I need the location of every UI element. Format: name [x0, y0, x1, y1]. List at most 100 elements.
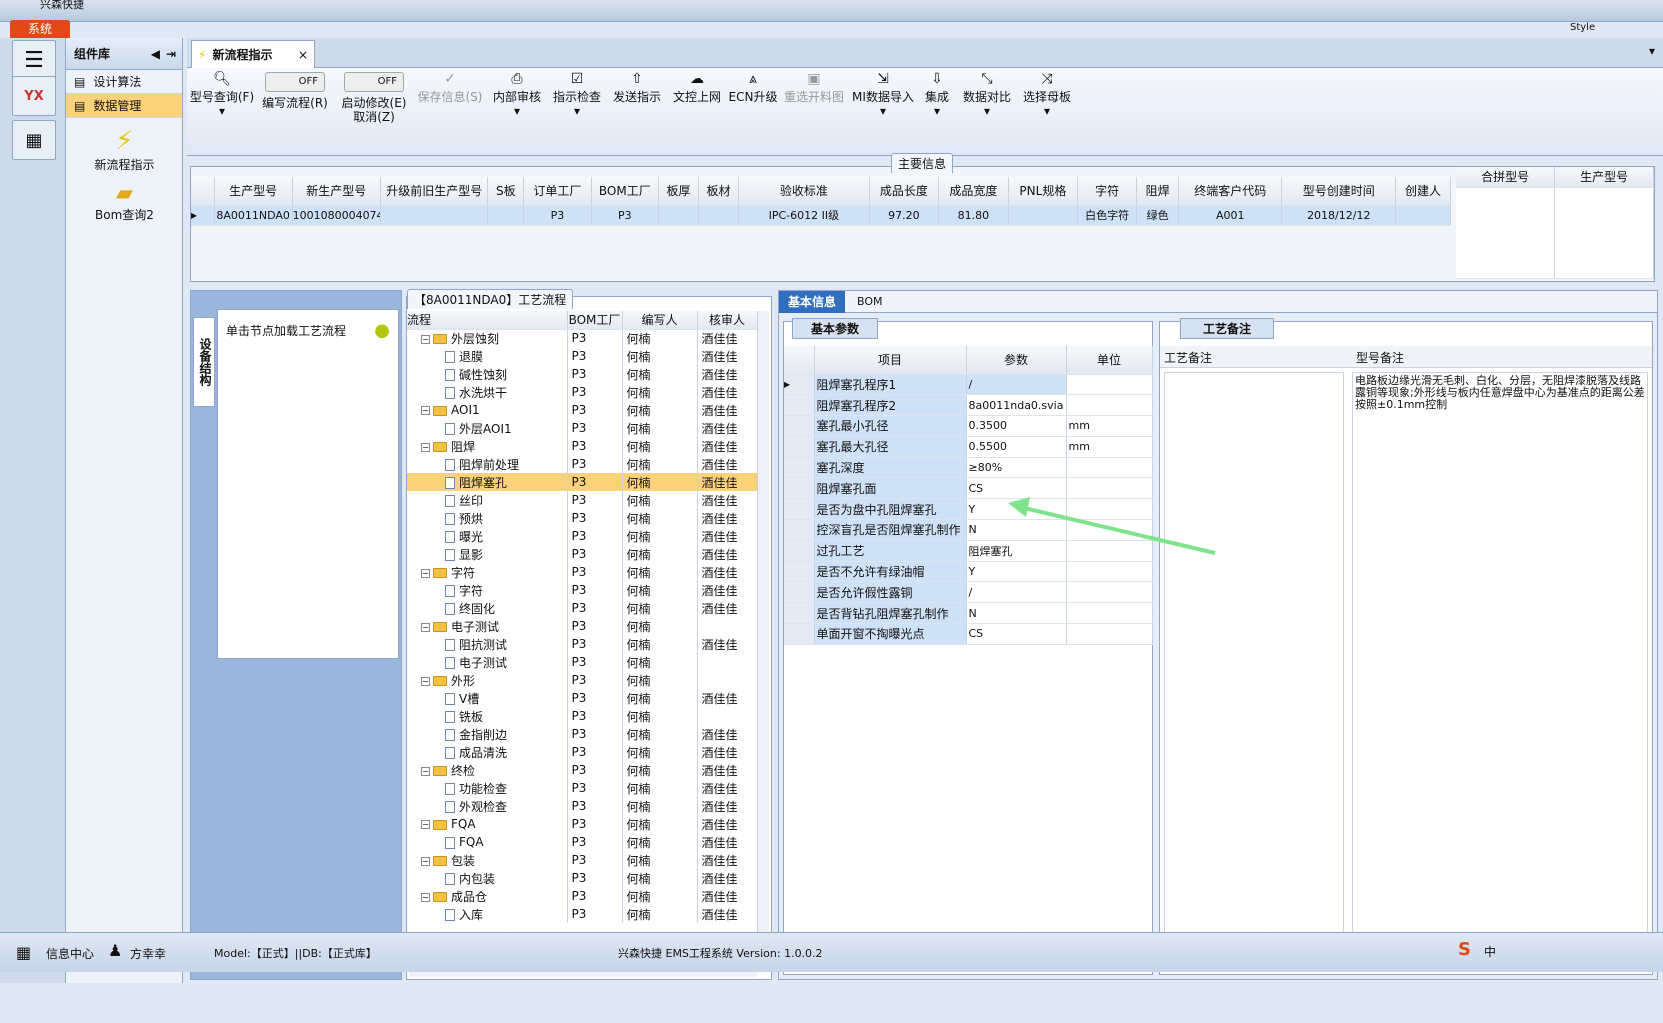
main-col-header[interactable]: 订单工厂 — [523, 177, 592, 206]
tab-new-flow[interactable]: ⚡ 新流程指示 × — [191, 40, 315, 68]
flow-tree-row[interactable]: 字符 P3 何楠 酒佳佳 — [407, 581, 758, 599]
send-instruction-button[interactable]: ⇧ 发送指示 — [609, 72, 665, 104]
collapse-icon[interactable]: − — [421, 406, 430, 415]
main-cell[interactable]: 2018/12/12 — [1281, 205, 1397, 226]
param-unit-cell[interactable] — [1066, 581, 1153, 604]
param-value-cell[interactable]: ≥80% — [966, 457, 1067, 479]
flow-tree-row[interactable]: V槽 P3 何楠 酒佳佳 — [407, 689, 758, 707]
main-col-header[interactable]: 新生产型号 — [292, 177, 382, 206]
yx-logo-icon[interactable]: YX — [12, 76, 56, 116]
main-cell[interactable]: 97.20 — [869, 205, 940, 226]
main-col-header[interactable]: 创建人 — [1395, 177, 1451, 206]
integrate-button[interactable]: ⇩ 集成 ▾ — [917, 72, 957, 118]
param-value-cell[interactable]: 8a0011nda0.svia — [966, 394, 1067, 417]
flow-tree-row[interactable]: 成品清洗 P3 何楠 酒佳佳 — [407, 743, 758, 761]
main-col-header[interactable]: 字符 — [1077, 177, 1138, 206]
start-modify-toggle[interactable]: OFF 启动修改(E) 取消(Z) — [337, 72, 411, 124]
flow-tree-row[interactable]: 阻焊前处理 P3 何楠 酒佳佳 — [407, 455, 758, 473]
main-cell[interactable]: P3 — [523, 205, 592, 226]
col-unit[interactable]: 单位 — [1066, 346, 1153, 375]
flow-tree-row[interactable]: 碱性蚀刻 P3 何楠 酒佳佳 — [407, 365, 758, 383]
model-search-button[interactable]: 🔍︎ 型号查询(F) ▾ — [187, 72, 257, 118]
collapse-icon[interactable]: − — [421, 892, 430, 902]
main-cell[interactable]: 10010800040744 — [292, 205, 382, 226]
main-cell[interactable] — [698, 205, 740, 226]
col-bom[interactable]: BOM工厂 — [567, 311, 623, 330]
system-tab[interactable]: 系统 — [10, 20, 70, 38]
tile-bom-query[interactable]: ▰ Bom查询2 — [66, 181, 183, 223]
flow-tree-row[interactable]: 入库 P3 何楠 酒佳佳 — [407, 905, 758, 923]
col-reviewer[interactable]: 核审人 — [697, 311, 758, 330]
flow-tree-row[interactable]: − 字符 P3 何楠 酒佳佳 — [407, 563, 758, 581]
param-value-cell[interactable]: 0.3500 — [966, 415, 1067, 437]
main-cell[interactable]: 81.80 — [938, 205, 1009, 226]
flow-tree-row[interactable]: 退膜 P3 何楠 酒佳佳 — [407, 347, 758, 365]
param-value-cell[interactable]: 0.5500 — [966, 436, 1067, 458]
main-cell[interactable] — [1395, 205, 1451, 226]
main-col-header[interactable]: BOM工厂 — [591, 177, 660, 206]
flow-tree-row[interactable]: 阻抗测试 P3 何楠 酒佳佳 — [407, 635, 758, 653]
menu-icon[interactable]: ☰ — [12, 40, 56, 80]
main-col-header[interactable]: 板厚 — [658, 177, 700, 206]
flow-tree-row[interactable]: 功能检查 P3 何楠 酒佳佳 — [407, 779, 758, 797]
param-row[interactable]: 塞孔最大孔径 0.5500 mm — [784, 436, 1153, 458]
tab-list-icon[interactable]: ▾ — [1649, 44, 1655, 58]
param-row[interactable]: 单面开窗不掏曝光点 CS — [784, 623, 1153, 645]
main-cell[interactable] — [1008, 205, 1079, 226]
write-flow-toggle[interactable]: OFF 编写流程(R) — [259, 72, 331, 110]
model-note-field[interactable]: 电路板边缘光滑无毛刺、白化、分层，无阻焊漆脱落及线路露铜等现象;外形线与板内任意… — [1352, 372, 1648, 970]
flow-tree-row[interactable]: − 阻焊 P3 何楠 酒佳佳 — [407, 437, 758, 455]
tab-bom[interactable]: BOM — [857, 295, 883, 308]
flow-tree-row[interactable]: − 电子测试 P3 何楠 — [407, 617, 758, 635]
process-note-field[interactable] — [1164, 372, 1344, 970]
flow-tree-row[interactable]: − 终检 P3 何楠 酒佳佳 — [407, 761, 758, 779]
main-col-header[interactable]: 成品长度 — [869, 177, 940, 206]
flow-tree-row[interactable]: 水洗烘干 P3 何楠 酒佳佳 — [407, 383, 758, 401]
flow-tree-row[interactable]: − 外层蚀刻 P3 何楠 酒佳佳 — [407, 329, 758, 347]
param-unit-cell[interactable] — [1066, 374, 1153, 396]
main-cell[interactable]: 绿色 — [1136, 205, 1180, 226]
main-col-header[interactable]: 生产型号 — [214, 177, 293, 206]
main-cell[interactable] — [487, 205, 525, 226]
combine-model-header[interactable]: 合拼型号 — [1456, 167, 1556, 188]
collapse-icon[interactable]: − — [421, 568, 430, 578]
flow-tree-row[interactable]: 阻焊塞孔 P3 何楠 酒佳佳 — [407, 473, 758, 491]
collapse-icon[interactable]: − — [421, 622, 430, 632]
param-unit-cell[interactable] — [1066, 623, 1153, 645]
flow-tree-row[interactable]: 预烘 P3 何楠 酒佳佳 — [407, 509, 758, 527]
flow-tree-row[interactable]: FQA P3 何楠 酒佳佳 — [407, 833, 758, 851]
param-row[interactable]: 塞孔深度 ≥80% — [784, 457, 1153, 479]
param-value-cell[interactable]: N — [966, 602, 1067, 625]
col-flow[interactable]: 流程 — [407, 311, 568, 330]
mi-import-button[interactable]: ⇲ MI数据导入 ▾ — [851, 72, 915, 118]
select-motherboard-button[interactable]: ⤨ 选择母板 ▾ — [1017, 72, 1077, 118]
check-instruction-button[interactable]: ☑ 指示检查 ▾ — [549, 72, 605, 118]
main-cell[interactable]: IPC-6012 II级 — [738, 205, 870, 226]
flow-vscroll[interactable] — [757, 311, 769, 963]
flow-tree-row[interactable]: 内包装 P3 何楠 酒佳佳 — [407, 869, 758, 887]
param-unit-cell[interactable]: mm — [1066, 436, 1153, 458]
flow-tree-row[interactable]: − FQA P3 何楠 酒佳佳 — [407, 815, 758, 833]
flow-tree-row[interactable]: − AOI1 P3 何楠 酒佳佳 — [407, 401, 758, 419]
param-value-cell[interactable]: / — [966, 581, 1067, 604]
ecn-upgrade-button[interactable]: ⩓ ECN升级 — [727, 72, 779, 104]
main-col-header[interactable]: 阻焊 — [1136, 177, 1180, 206]
param-row[interactable]: 是否允许假性露铜 / — [784, 581, 1153, 604]
main-col-header[interactable]: PNL规格 — [1008, 177, 1079, 206]
collapse-icon[interactable]: − — [421, 334, 430, 344]
ime-mode[interactable]: 中 — [1484, 943, 1496, 960]
flow-tree-row[interactable]: 外观检查 P3 何楠 酒佳佳 — [407, 797, 758, 815]
doc-online-button[interactable]: ☁ 文控上网 — [669, 72, 725, 104]
flow-tree-row[interactable]: − 包装 P3 何楠 酒佳佳 — [407, 851, 758, 869]
flow-tree-row[interactable]: 终固化 P3 何楠 酒佳佳 — [407, 599, 758, 617]
pin-icon[interactable]: ⇥ — [166, 47, 176, 61]
main-col-header[interactable]: 验收标准 — [738, 177, 870, 206]
main-cell[interactable] — [380, 205, 489, 226]
close-icon[interactable]: × — [298, 48, 308, 62]
sogou-ime-icon[interactable]: S — [1458, 939, 1471, 960]
col-item[interactable]: 项目 — [814, 346, 967, 375]
param-value-cell[interactable]: CS — [966, 623, 1067, 645]
info-center-link[interactable]: 信息中心 — [46, 945, 94, 962]
save-info-button[interactable]: ✓ 保存信息(S) — [415, 72, 485, 104]
main-cell[interactable] — [658, 205, 700, 226]
